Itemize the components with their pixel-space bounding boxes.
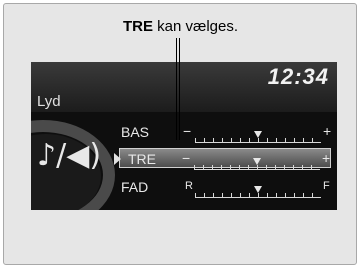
row-label: TRE	[128, 151, 156, 167]
max-label: F	[323, 180, 330, 192]
screen-title: Lyd	[37, 93, 61, 110]
max-label: +	[322, 150, 331, 166]
selection-pointer	[114, 153, 121, 165]
level-scale	[195, 186, 321, 198]
level-marker	[254, 186, 262, 193]
min-label: −	[183, 123, 192, 139]
min-label: −	[182, 150, 191, 166]
level-scale	[195, 131, 321, 143]
level-marker	[253, 158, 261, 165]
icon-area: ♪/◀)	[31, 112, 123, 210]
min-label: R	[185, 180, 193, 192]
row-label: BAS	[121, 124, 150, 140]
level-marker	[254, 131, 262, 138]
level-scale	[194, 158, 320, 170]
row-tre[interactable]: TRE − +	[114, 148, 331, 170]
callout-rest: kan vælges.	[152, 18, 239, 35]
row-label: FAD	[121, 179, 149, 195]
audio-icon: ♪/◀)	[37, 138, 102, 173]
row-fad[interactable]: FAD R F	[121, 177, 333, 198]
callout-bold: TRE	[122, 18, 153, 35]
clock: 12:34	[267, 64, 329, 89]
callout-line	[176, 38, 180, 140]
max-label: +	[323, 123, 332, 139]
audio-screen: 12:34 Lyd ♪/◀) BAS − + TRE − + FAD R F	[31, 62, 337, 210]
row-bas[interactable]: BAS − +	[121, 122, 333, 143]
callout-text: TRE kan vælges.	[0, 18, 361, 35]
